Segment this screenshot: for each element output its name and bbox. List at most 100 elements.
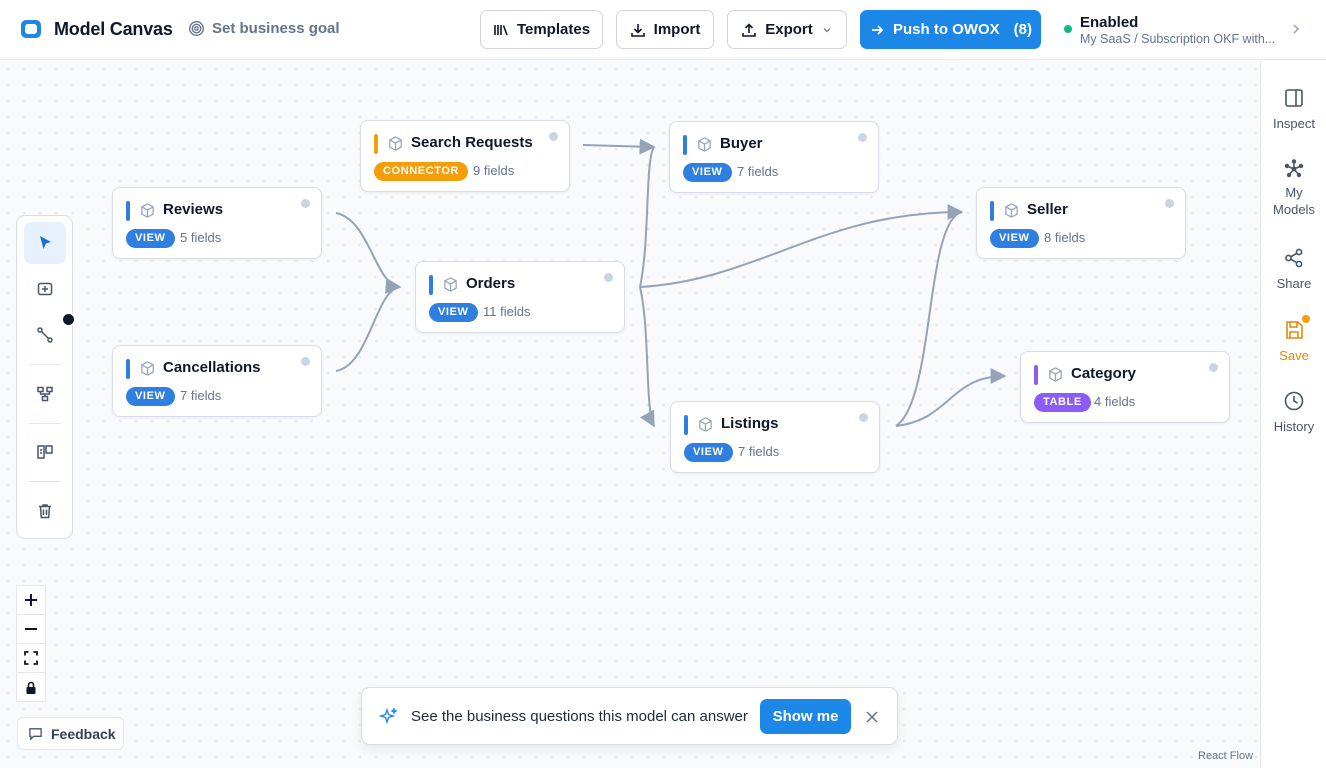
right-sidebar: Inspect My Models Share Save History: [1260, 61, 1326, 768]
save-icon: [1286, 321, 1303, 339]
node-accent: [1034, 365, 1038, 385]
disabled-badge-icon: [61, 312, 76, 327]
arrange-button[interactable]: [24, 431, 66, 473]
arrow-right-icon: [871, 24, 884, 35]
close-icon[interactable]: [863, 708, 881, 726]
node-reviews[interactable]: Reviews VIEW 5 fields: [112, 187, 322, 259]
node-fields: 5 fields: [180, 230, 222, 245]
toolbar-divider: [29, 423, 61, 424]
templates-label: Templates: [516, 21, 591, 38]
chevron-down-icon: [823, 27, 831, 32]
templates-button[interactable]: Templates: [480, 10, 603, 49]
node-orders[interactable]: Orders VIEW 11 fields: [415, 261, 625, 333]
my-models-label: My Models: [1273, 184, 1315, 218]
node-search-requests[interactable]: Search Requests CONNECTOR 9 fields: [360, 120, 570, 192]
node-fields: 7 fields: [738, 444, 780, 459]
export-button[interactable]: Export: [727, 10, 847, 49]
banner-message: See the business questions this model ca…: [411, 708, 748, 725]
feedback-button[interactable]: Feedback: [17, 717, 124, 750]
enabled-dot: [1064, 25, 1072, 33]
toolbar-divider: [29, 481, 61, 482]
model-status[interactable]: Enabled My SaaS / Subscription OKF with.…: [1062, 13, 1312, 49]
export-label: Export: [765, 21, 813, 38]
node-fields: 7 fields: [180, 388, 222, 403]
chat-icon: [29, 728, 42, 741]
node-handle[interactable]: [858, 133, 867, 142]
zoom-out-button[interactable]: [17, 615, 45, 644]
node-type-badge: VIEW: [126, 229, 175, 248]
node-buyer[interactable]: Buyer VIEW 7 fields: [669, 121, 879, 193]
push-to-owox-button[interactable]: Push to OWOX (8): [860, 10, 1041, 49]
history-button[interactable]: History: [1261, 390, 1326, 435]
node-handle[interactable]: [301, 357, 310, 366]
node-handle[interactable]: [1165, 199, 1174, 208]
node-handle[interactable]: [301, 199, 310, 208]
connect-tool-button[interactable]: [24, 312, 76, 356]
upload-icon: [742, 22, 757, 37]
node-name: Category: [1071, 365, 1137, 382]
node-accent: [126, 359, 130, 379]
top-bar: Model Canvas Set business goal Templates…: [0, 0, 1326, 60]
node-accent: [990, 201, 994, 221]
node-name: Cancellations: [163, 359, 261, 376]
node-type-badge: VIEW: [683, 163, 732, 182]
minus-icon: [25, 628, 37, 630]
my-models-line1: My: [1285, 185, 1303, 200]
node-name: Reviews: [163, 201, 224, 218]
node-cancellations[interactable]: Cancellations VIEW 7 fields: [112, 345, 322, 417]
trash-icon: [39, 504, 51, 519]
my-models-line2: Models: [1273, 202, 1315, 217]
canvas-toolbar: [16, 215, 76, 539]
inspect-label: Inspect: [1273, 116, 1315, 131]
add-square-icon: [37, 282, 53, 296]
node-handle[interactable]: [604, 273, 613, 282]
node-category[interactable]: Category TABLE 4 fields: [1020, 351, 1230, 423]
node-fields: 8 fields: [1044, 230, 1086, 245]
hierarchy-icon: [37, 386, 53, 402]
plus-icon: [25, 594, 37, 606]
my-models-button[interactable]: My Models: [1261, 158, 1326, 218]
node-handle[interactable]: [859, 413, 868, 422]
fit-view-button[interactable]: [17, 644, 45, 673]
share-icon: [1285, 248, 1303, 268]
history-icon: [1284, 391, 1304, 411]
share-label: Share: [1276, 276, 1312, 291]
goal-label: Set business goal: [212, 20, 340, 37]
node-accent: [683, 135, 687, 155]
auto-layout-button[interactable]: [24, 373, 66, 415]
share-button[interactable]: Share: [1261, 247, 1326, 292]
lock-icon: [26, 681, 36, 694]
node-name: Buyer: [720, 135, 763, 152]
push-count: (8): [1013, 21, 1032, 38]
set-business-goal-button[interactable]: Set business goal: [188, 20, 340, 37]
node-fields: 11 fields: [483, 304, 531, 319]
target-icon: [189, 21, 204, 36]
node-type-badge: CONNECTOR: [374, 162, 469, 181]
pointer-icon: [40, 236, 51, 249]
node-handle[interactable]: [549, 132, 558, 141]
node-handle[interactable]: [1209, 363, 1218, 372]
node-seller[interactable]: Seller VIEW 8 fields: [976, 187, 1186, 259]
panel-icon: [1285, 89, 1303, 107]
cube-icon: [141, 361, 154, 376]
node-type-badge: VIEW: [684, 443, 733, 462]
node-listings[interactable]: Listings VIEW 7 fields: [670, 401, 880, 473]
cube-icon: [699, 417, 712, 432]
import-button[interactable]: Import: [616, 10, 714, 49]
react-flow-attribution[interactable]: React Flow: [1198, 750, 1253, 762]
node-type-badge: VIEW: [990, 229, 1039, 248]
add-node-button[interactable]: [24, 268, 66, 310]
cube-icon: [444, 277, 457, 292]
save-button[interactable]: Save: [1261, 315, 1326, 364]
cube-icon: [698, 137, 711, 152]
zoom-in-button[interactable]: [17, 586, 45, 615]
download-icon: [630, 23, 645, 37]
select-tool-button[interactable]: [24, 222, 66, 264]
cube-icon: [1005, 203, 1018, 218]
inspect-button[interactable]: Inspect: [1261, 87, 1326, 132]
show-me-button[interactable]: Show me: [760, 699, 851, 734]
delete-button[interactable]: [24, 490, 66, 532]
node-type-badge: VIEW: [126, 387, 175, 406]
node-accent: [374, 134, 378, 154]
lock-button[interactable]: [17, 673, 45, 702]
